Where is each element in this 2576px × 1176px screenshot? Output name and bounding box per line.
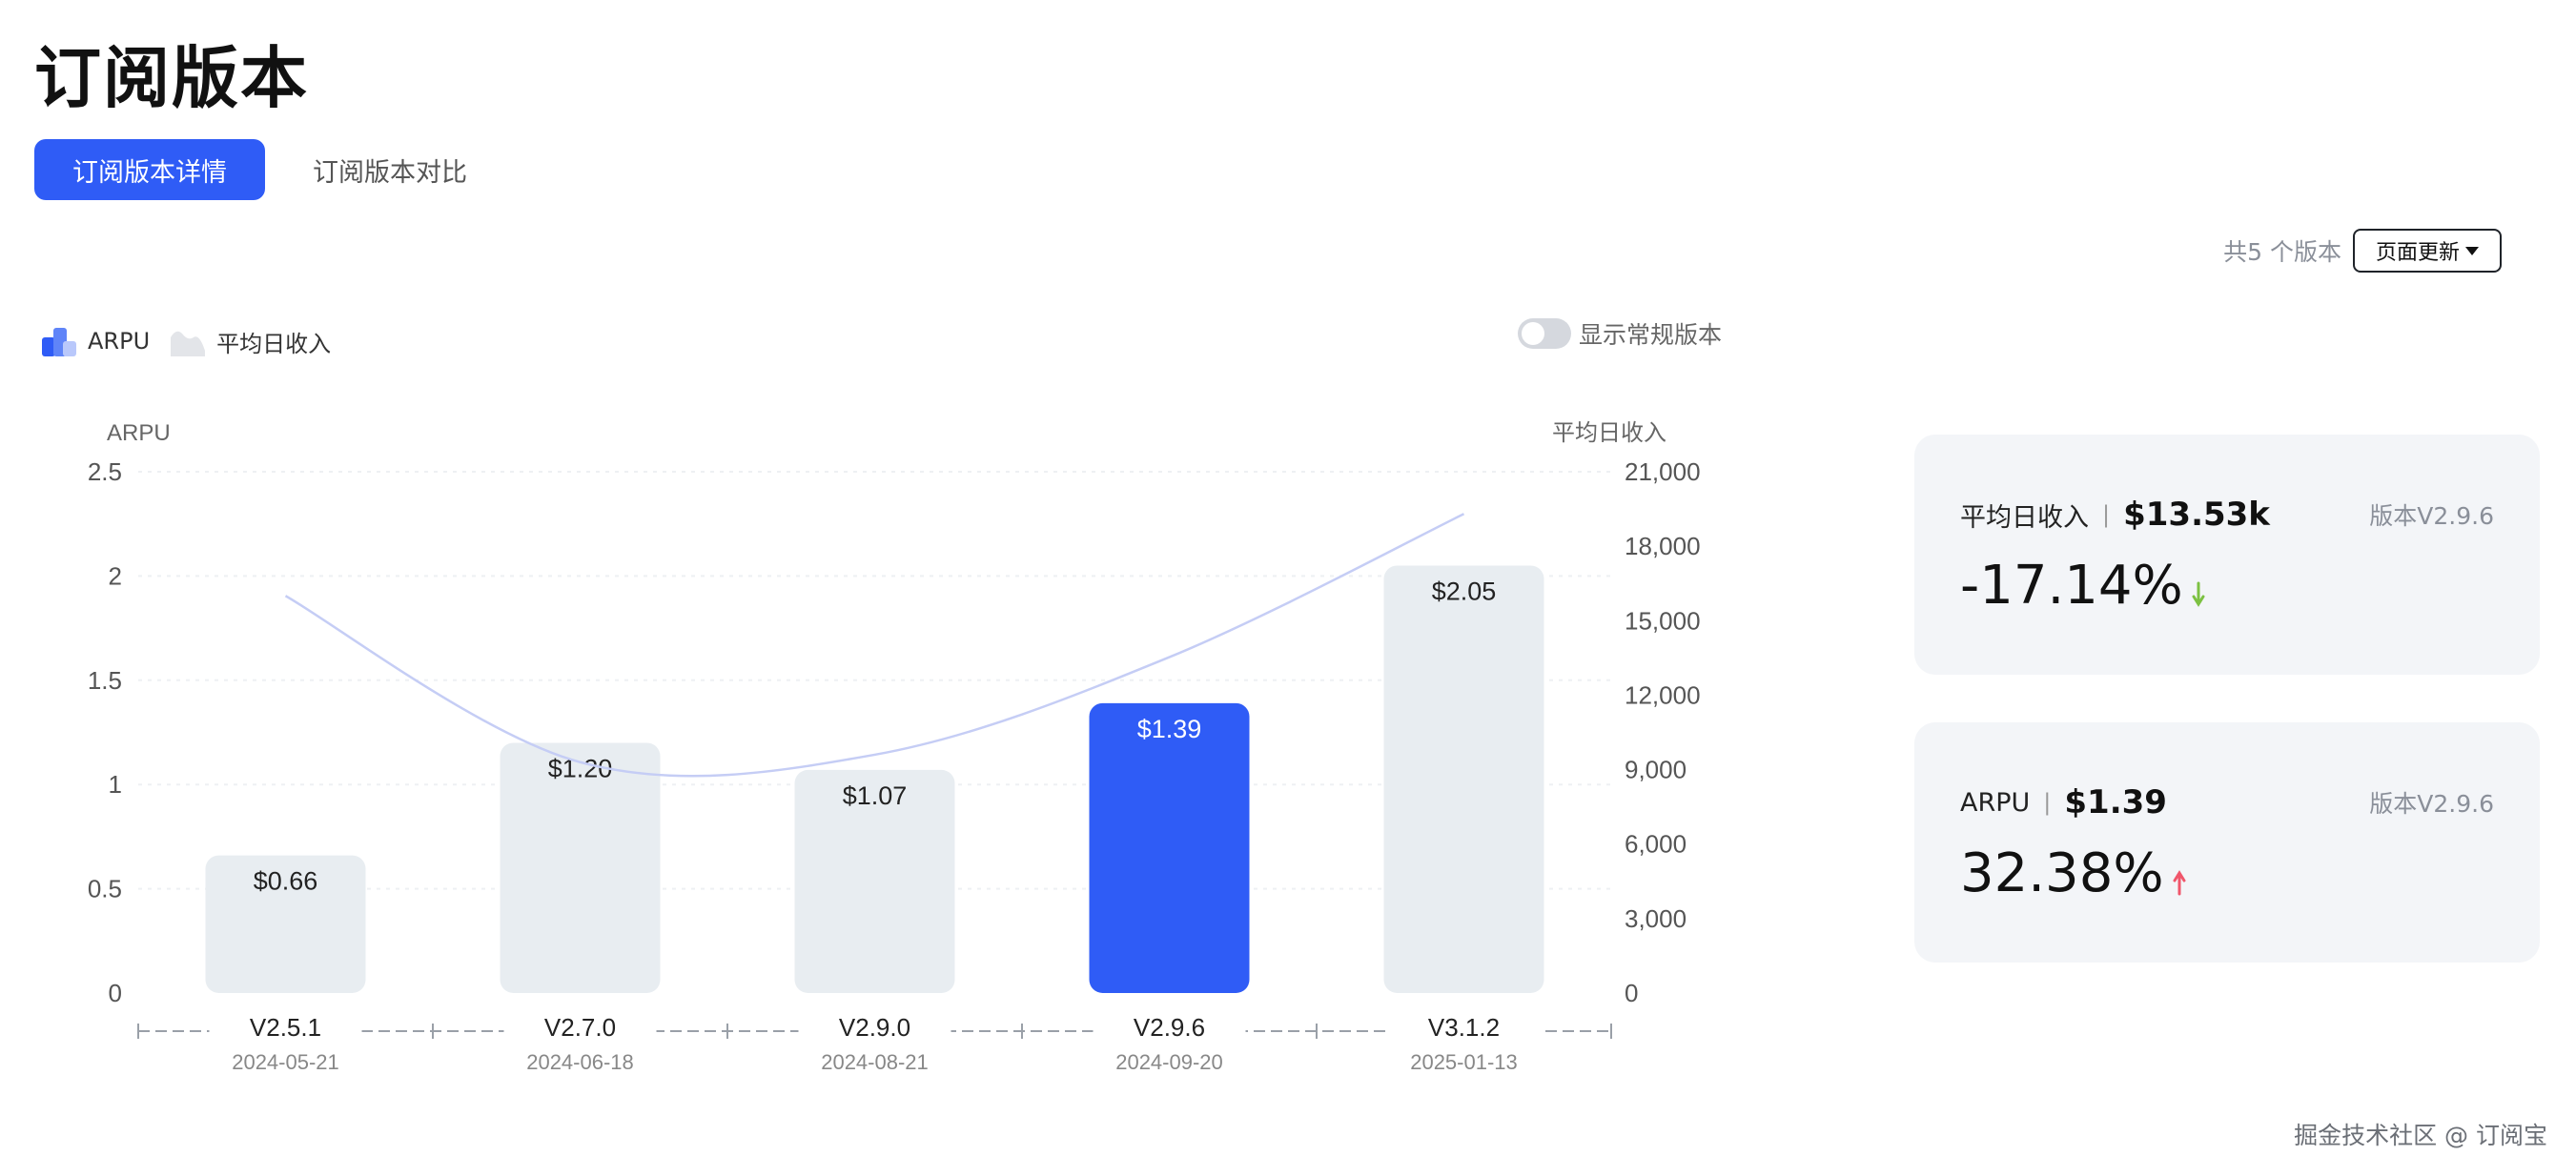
bar-V2.9.6 <box>1089 702 1250 993</box>
bar-value-label: $0.66 <box>254 867 318 896</box>
x-tick-label: V2.9.6 <box>1134 1013 1205 1042</box>
arpu-card: ARPU | $1.39 版本V2.9.6 32.38% <box>1914 722 2540 963</box>
x-date-label: 2024-09-20 <box>1115 1050 1223 1074</box>
bar-value-label: $1.07 <box>843 781 908 810</box>
y-right-tick-label: 6,000 <box>1625 830 1687 859</box>
revenue-card-version: 版本V2.9.6 <box>2369 502 2494 530</box>
arpu-card-label: ARPU <box>1960 787 2031 818</box>
y-right-tick-label: 21,000 <box>1625 457 1701 486</box>
tab-version-detail[interactable]: 订阅版本详情 <box>34 139 265 200</box>
y-left-tick-label: 1.5 <box>88 666 122 695</box>
y-right-tick-label: 15,000 <box>1625 606 1701 635</box>
x-tick-label: V2.5.1 <box>250 1013 321 1042</box>
page-update-label: 页面更新 <box>2375 241 2460 265</box>
tab-bar: 订阅版本详情 订阅版本对比 <box>34 139 505 200</box>
y-right-axis-title: 平均日收入 <box>1552 420 1666 446</box>
y-right-tick-label: 18,000 <box>1625 532 1701 560</box>
revenue-card-label: 平均日收入 <box>1960 502 2089 533</box>
revenue-card-value: $13.53k <box>2123 496 2270 534</box>
toggle-label: 显示常规版本 <box>1579 321 1723 349</box>
toggle-knob <box>1522 322 1544 345</box>
page-update-button[interactable]: 页面更新 <box>2352 229 2502 273</box>
page-title: 订阅版本 <box>34 39 309 117</box>
y-left-tick-label: 2 <box>109 561 122 590</box>
y-left-tick-label: 0 <box>109 979 122 1007</box>
watermark: 掘金技术社区 @ 订阅宝 <box>2294 1122 2547 1149</box>
legend-label-arpu: ARPU <box>88 328 151 355</box>
arrow-up-icon <box>2173 869 2186 895</box>
y-right-tick-label: 3,000 <box>1625 904 1687 933</box>
legend-item-revenue[interactable]: 平均日收入 <box>169 324 331 358</box>
y-right-tick-label: 9,000 <box>1625 756 1687 784</box>
y-left-tick-label: 1 <box>109 770 122 799</box>
y-right-tick-label: 12,000 <box>1625 680 1701 709</box>
x-tick-label: V2.9.0 <box>839 1013 910 1042</box>
arpu-card-version: 版本V2.9.6 <box>2369 790 2494 818</box>
revenue-card: 平均日收入 | $13.53k 版本V2.9.6 -17.14% <box>1914 435 2540 675</box>
toolbar: 共5 个版本 页面更新 <box>2223 229 2502 273</box>
x-date-label: 2024-05-21 <box>232 1050 339 1074</box>
x-date-label: 2024-06-18 <box>526 1050 634 1074</box>
arpu-revenue-chart: ARPU 平均日收入 0 0.5 1 1.5 2 2.5 0 3,000 6,000 9,000 12,… <box>88 420 1701 1074</box>
arrow-down-icon <box>2192 581 2205 607</box>
bar-value-label: $1.39 <box>1137 715 1202 743</box>
revenue-card-pct: -17.14% <box>1960 555 2183 617</box>
area-chart-icon <box>171 331 206 356</box>
toggle-switch[interactable] <box>1518 318 1571 349</box>
x-tick-label: V2.7.0 <box>544 1013 616 1042</box>
y-left-tick-label: 2.5 <box>88 457 122 486</box>
bar-chart-icon <box>42 328 76 356</box>
tab-version-compare[interactable]: 订阅版本对比 <box>275 139 505 200</box>
x-date-label: 2024-08-21 <box>821 1050 929 1074</box>
chart-legend: ARPU 平均日收入 <box>40 324 350 358</box>
version-count: 共5 个版本 <box>2223 238 2341 266</box>
x-date-label: 2025-01-13 <box>1410 1050 1518 1074</box>
legend-item-arpu[interactable]: ARPU <box>40 324 150 358</box>
x-tick-label: V3.1.2 <box>1428 1013 1500 1042</box>
legend-label-revenue: 平均日收入 <box>216 330 332 357</box>
y-left-tick-label: 0.5 <box>88 875 122 903</box>
y-right-tick-label: 0 <box>1625 979 1638 1007</box>
bar-value-label: $2.05 <box>1432 577 1497 605</box>
caret-down-icon <box>2465 246 2479 255</box>
arpu-card-pct: 32.38% <box>1960 842 2164 904</box>
revenue-line <box>284 513 1465 778</box>
regular-version-toggle[interactable]: 显示常规版本 <box>1518 316 1722 351</box>
arpu-card-value: $1.39 <box>2064 783 2167 821</box>
bar-V3.1.2 <box>1383 565 1544 993</box>
y-left-axis-title: ARPU <box>107 420 171 446</box>
